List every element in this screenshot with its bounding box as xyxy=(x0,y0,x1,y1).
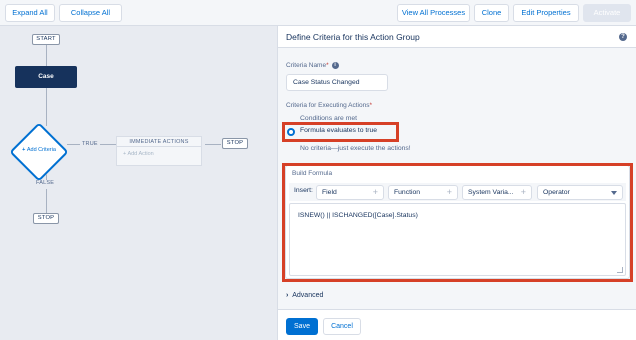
connector-false-bottom xyxy=(46,189,47,213)
panel-title: Define Criteria for this Action Group xyxy=(286,32,420,42)
option-no-criteria[interactable]: No criteria—just execute the actions! xyxy=(300,145,411,152)
process-canvas: START Case + Add Criteria TRUE IMMEDIATE… xyxy=(0,26,278,340)
radio-selected[interactable] xyxy=(287,128,295,136)
add-action-link[interactable]: + Add Action xyxy=(123,151,154,157)
cancel-button[interactable]: Cancel xyxy=(323,318,361,335)
stop-node-right: STOP xyxy=(222,138,248,149)
immediate-actions-title: IMMEDIATE ACTIONS xyxy=(117,137,201,147)
top-toolbar: Expand All Collapse All View All Process… xyxy=(0,0,636,26)
add-criteria-label[interactable]: + Add Criteria xyxy=(14,147,64,153)
stop-node-bottom: STOP xyxy=(33,213,59,224)
option-conditions-met[interactable]: Conditions are met xyxy=(300,115,357,122)
false-label: FALSE xyxy=(36,180,55,186)
executing-actions-label: Criteria for Executing Actions* xyxy=(286,102,372,109)
connector-true-right xyxy=(100,144,116,145)
criteria-panel: Define Criteria for this Action Group ? … xyxy=(278,26,636,340)
connector-stop-right xyxy=(205,144,221,145)
connector-case-criteria xyxy=(46,88,47,126)
view-all-processes-button[interactable]: View All Processes xyxy=(397,4,470,22)
collapse-all-button[interactable]: Collapse All xyxy=(59,4,122,22)
advanced-toggle[interactable]: › Advanced xyxy=(286,292,323,299)
criteria-name-label: Criteria Name* i xyxy=(286,62,339,69)
highlight-box-formula xyxy=(282,163,633,282)
connector-true-left xyxy=(67,144,80,145)
connector-start-case xyxy=(46,45,47,66)
activate-button[interactable]: Activate xyxy=(583,4,631,22)
panel-footer: Save Cancel xyxy=(278,309,636,340)
save-button[interactable]: Save xyxy=(286,318,318,335)
panel-header: Define Criteria for this Action Group ? xyxy=(278,26,636,48)
option-formula-true[interactable]: Formula evaluates to true xyxy=(300,127,377,134)
edit-properties-button[interactable]: Edit Properties xyxy=(513,4,579,22)
expand-all-button[interactable]: Expand All xyxy=(5,4,55,22)
true-label: TRUE xyxy=(82,141,98,147)
immediate-actions-box[interactable]: IMMEDIATE ACTIONS + Add Action xyxy=(116,136,202,166)
help-icon[interactable]: ? xyxy=(619,33,627,41)
clone-button[interactable]: Clone xyxy=(474,4,509,22)
case-object-node[interactable]: Case xyxy=(15,66,77,88)
criteria-name-input[interactable]: Case Status Changed xyxy=(286,74,388,91)
info-icon[interactable]: i xyxy=(331,62,339,69)
start-node: START xyxy=(32,34,60,45)
